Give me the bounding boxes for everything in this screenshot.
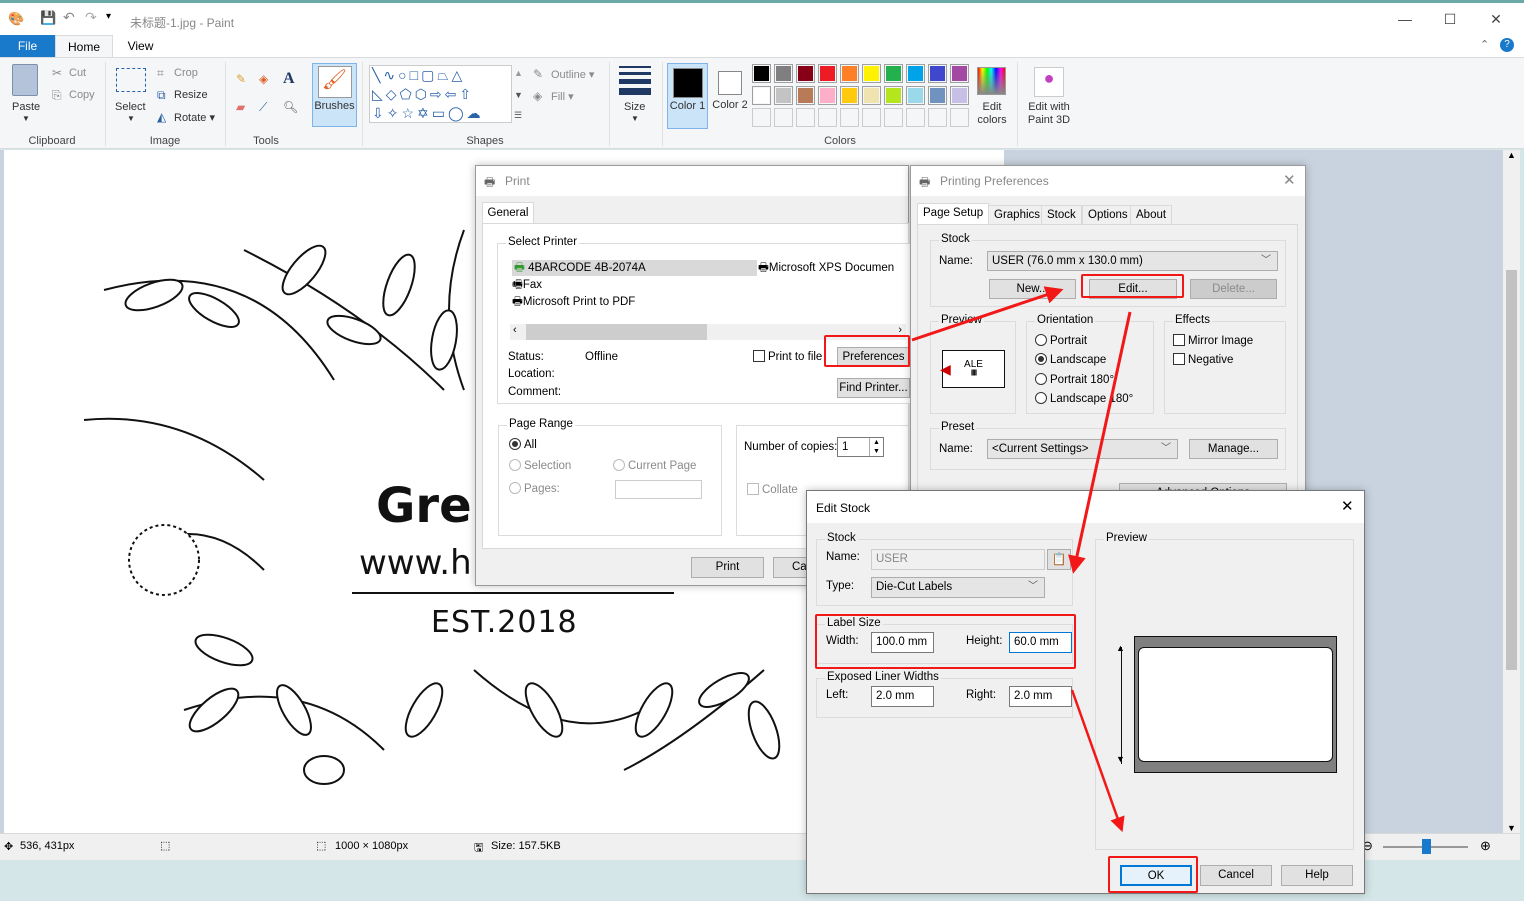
arrow-to-label-size (1068, 311, 1132, 574)
arrow-to-edit (911, 286, 1064, 342)
annotation-arrows (911, 286, 1132, 833)
arrow-to-ok (1070, 689, 1125, 833)
